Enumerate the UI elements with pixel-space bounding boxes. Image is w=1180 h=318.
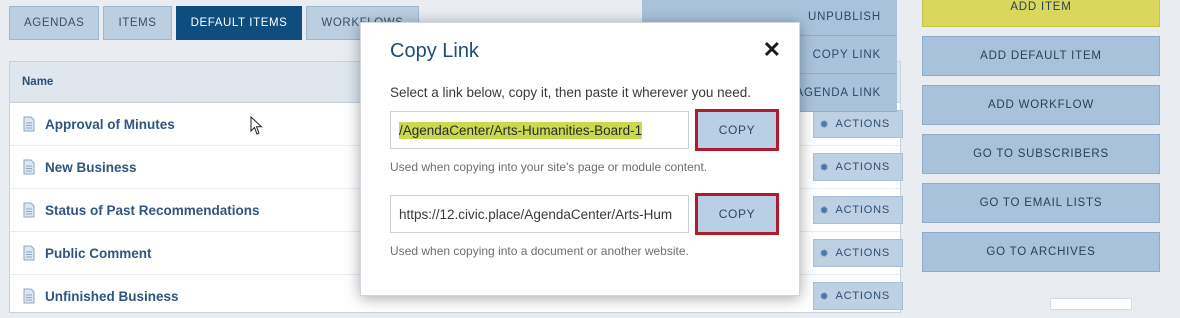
add-item-button[interactable]: ADD ITEM [922,0,1160,27]
actions-button[interactable]: ✹ ACTIONS [813,153,903,181]
actions-button[interactable]: ✹ ACTIONS [813,282,903,310]
document-icon [23,116,35,132]
tab-agendas[interactable]: AGENDAS [9,6,100,40]
copy-link-modal: Copy Link ✕ Select a link below, copy it… [360,22,800,296]
mouse-pointer-icon [250,116,263,135]
gear-icon: ✹ [819,247,830,260]
absolute-link-field[interactable]: https://12.civic.place/AgendaCenter/Arts… [390,195,689,233]
action-sidebar: ADD ITEM ADD DEFAULT ITEM ADD WORKFLOW G… [922,0,1160,281]
item-title[interactable]: Approval of Minutes [45,117,175,132]
selected-link-text: /AgendaCenter/Arts-Humanities-Board-1 [399,121,643,139]
gear-icon: ✹ [819,118,830,131]
go-to-email-lists-button[interactable]: GO TO EMAIL LISTS [922,183,1160,223]
tab-items[interactable]: ITEMS [103,6,172,40]
item-title[interactable]: Status of Past Recommendations [45,203,260,218]
document-icon [23,202,35,218]
go-to-archives-button[interactable]: GO TO ARCHIVES [922,232,1160,272]
close-icon[interactable]: ✕ [763,39,781,61]
footer-tab [1050,298,1132,310]
modal-instructions: Select a link below, copy it, then paste… [390,85,751,100]
document-icon [23,245,35,261]
relative-link-field[interactable]: /AgendaCenter/Arts-Humanities-Board-1 [390,111,689,149]
copy-absolute-link-button[interactable]: COPY [695,193,779,235]
add-workflow-button[interactable]: ADD WORKFLOW [922,85,1160,125]
item-title[interactable]: New Business [45,160,137,175]
gear-icon: ✹ [819,290,830,303]
tab-bar: AGENDAS ITEMS DEFAULT ITEMS WORKFLOWS [9,6,419,40]
actions-button[interactable]: ✹ ACTIONS [813,239,903,267]
gear-icon: ✹ [819,161,830,174]
document-icon [23,288,35,304]
go-to-subscribers-button[interactable]: GO TO SUBSCRIBERS [922,134,1160,174]
copy-relative-link-button[interactable]: COPY [695,109,779,151]
relative-link-help: Used when copying into your site's page … [390,160,708,174]
absolute-link-help: Used when copying into a document or ano… [390,244,689,258]
document-icon [23,159,35,175]
add-default-item-button[interactable]: ADD DEFAULT ITEM [922,36,1160,76]
item-title[interactable]: Unfinished Business [45,289,179,304]
actions-button[interactable]: ✹ ACTIONS [813,196,903,224]
modal-title: Copy Link [390,40,479,62]
gear-icon: ✹ [819,204,830,217]
absolute-link-text: https://12.civic.place/AgendaCenter/Arts… [399,206,673,222]
tab-default-items[interactable]: DEFAULT ITEMS [175,6,303,40]
actions-button[interactable]: ✹ ACTIONS [813,110,903,138]
item-title[interactable]: Public Comment [45,246,152,261]
